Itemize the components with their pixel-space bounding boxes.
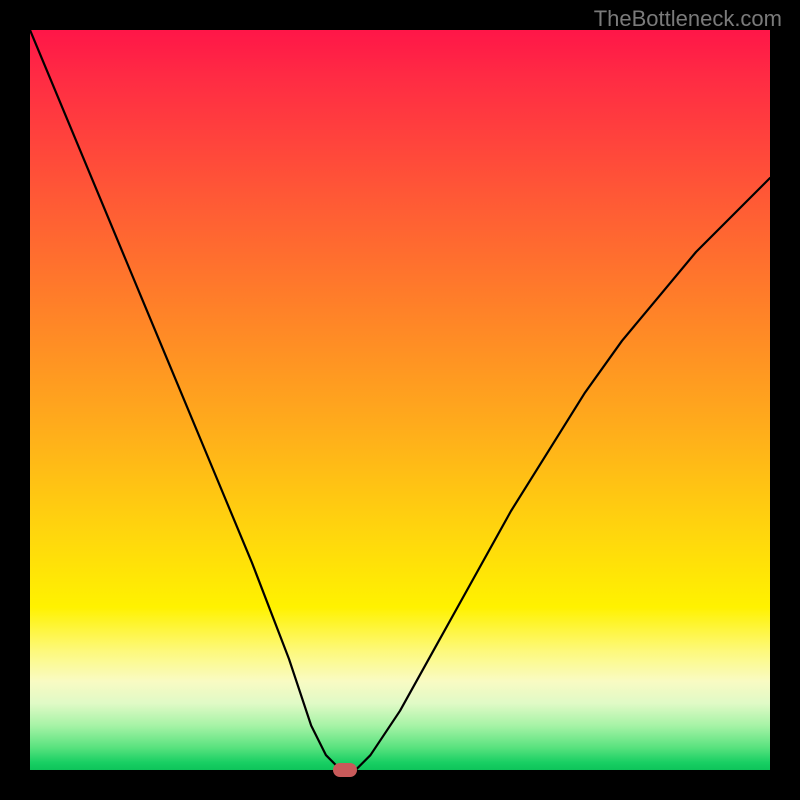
- watermark-text: TheBottleneck.com: [594, 6, 782, 32]
- chart-plot-area: [30, 30, 770, 770]
- bottleneck-curve: [30, 30, 770, 770]
- optimum-marker: [333, 763, 357, 777]
- chart-curve: [30, 30, 770, 770]
